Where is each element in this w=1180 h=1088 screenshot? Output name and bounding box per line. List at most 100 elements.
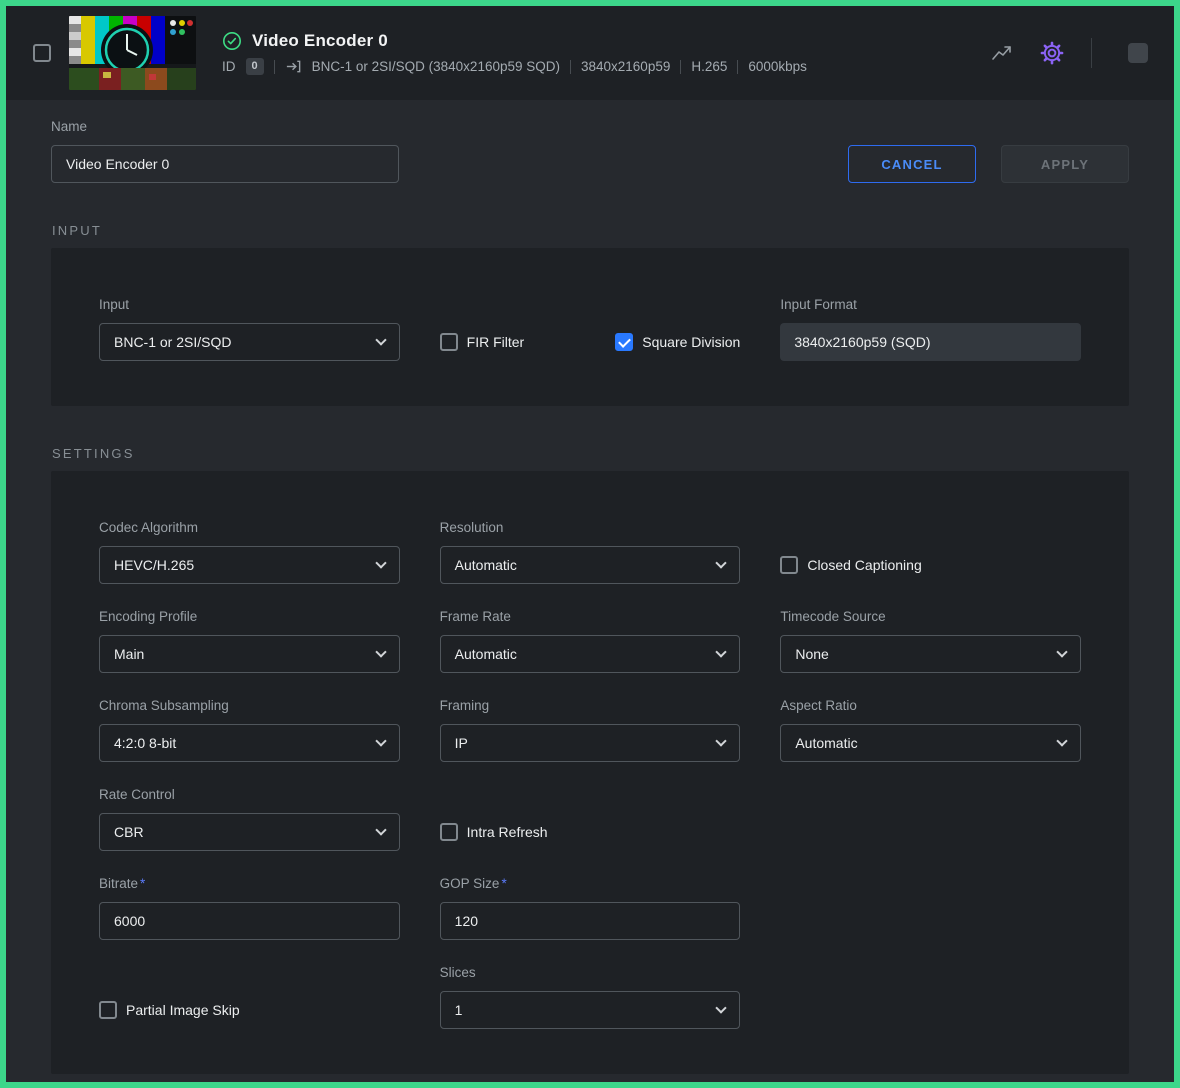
frame-rate-label: Frame Rate	[440, 606, 741, 627]
encoding-profile-value: Main	[114, 646, 144, 662]
page-title: Video Encoder 0	[252, 31, 388, 51]
closed-captioning-label: Closed Captioning	[807, 557, 921, 573]
resolution-select[interactable]: Automatic	[440, 546, 741, 584]
stats-button[interactable]	[987, 38, 1017, 68]
fir-filter-label: FIR Filter	[467, 334, 525, 350]
bitrate-text: 6000kbps	[748, 59, 807, 74]
encoder-meta-row: ID 0 BNC-1 or 2SI/SQD (3840x2160p59 SQD)…	[222, 58, 807, 75]
square-button[interactable]	[1124, 39, 1152, 67]
resolution-text: 3840x2160p59	[581, 59, 670, 74]
meta-separator	[680, 60, 681, 74]
square-division-checkbox[interactable]	[615, 333, 633, 351]
intra-refresh-label: Intra Refresh	[467, 824, 548, 840]
fir-filter-checkbox[interactable]	[440, 333, 458, 351]
framing-value: IP	[455, 735, 468, 751]
slices-select[interactable]: 1	[440, 991, 741, 1029]
name-input[interactable]	[51, 145, 399, 183]
encoder-config-page: Video Encoder 0 ID 0 BNC-1 or 2SI/SQD (3…	[0, 0, 1180, 1088]
chevron-down-icon	[375, 646, 386, 657]
aspect-ratio-label: Aspect Ratio	[780, 695, 1081, 716]
encoding-profile-select[interactable]: Main	[99, 635, 400, 673]
settings-panel: Codec Algorithm HEVC/H.265 Resolution Au…	[51, 471, 1129, 1074]
header-divider	[1091, 38, 1092, 68]
encoder-header: Video Encoder 0 ID 0 BNC-1 or 2SI/SQD (3…	[6, 6, 1174, 100]
frame-rate-select[interactable]: Automatic	[440, 635, 741, 673]
aspect-ratio-select[interactable]: Automatic	[780, 724, 1081, 762]
meta-separator	[737, 60, 738, 74]
chevron-down-icon	[716, 646, 727, 657]
rate-control-label: Rate Control	[99, 784, 400, 805]
rate-control-value: CBR	[114, 824, 144, 840]
rate-control-select[interactable]: CBR	[99, 813, 400, 851]
meta-separator	[274, 60, 275, 74]
codec-algorithm-value: HEVC/H.265	[114, 557, 194, 573]
framing-select[interactable]: IP	[440, 724, 741, 762]
square-division-label: Square Division	[642, 334, 740, 350]
timecode-source-label: Timecode Source	[780, 606, 1081, 627]
encoding-profile-label: Encoding Profile	[99, 606, 400, 627]
intra-refresh-option[interactable]: Intra Refresh	[440, 823, 548, 841]
chevron-down-icon	[1056, 735, 1067, 746]
settings-button[interactable]	[1035, 36, 1069, 70]
codec-algorithm-label: Codec Algorithm	[99, 517, 400, 538]
id-badge: 0	[246, 58, 264, 75]
chroma-subsampling-label: Chroma Subsampling	[99, 695, 400, 716]
input-summary: BNC-1 or 2SI/SQD (3840x2160p59 SQD)	[312, 59, 560, 74]
input-source-icon	[285, 58, 302, 75]
test-pattern-image	[69, 16, 196, 90]
input-format-label: Input Format	[780, 294, 1081, 315]
preview-thumbnail	[69, 16, 196, 90]
codec-algorithm-select[interactable]: HEVC/H.265	[99, 546, 400, 584]
closed-captioning-checkbox[interactable]	[780, 556, 798, 574]
input-panel: Input BNC-1 or 2SI/SQD FIR Filter Square…	[51, 248, 1129, 406]
input-format-value: 3840x2160p59 (SQD)	[794, 334, 930, 350]
input-format-field: 3840x2160p59 (SQD)	[780, 323, 1081, 361]
input-label: Input	[99, 294, 400, 315]
partial-image-skip-label: Partial Image Skip	[126, 1002, 240, 1018]
id-label: ID	[222, 59, 236, 74]
chroma-subsampling-value: 4:2:0 8-bit	[114, 735, 176, 751]
cancel-button[interactable]: CANCEL	[848, 145, 976, 183]
bitrate-label: Bitrate	[99, 876, 138, 891]
input-section-title: INPUT	[52, 223, 1129, 238]
frame-rate-value: Automatic	[455, 646, 517, 662]
gop-size-label: GOP Size	[440, 876, 500, 891]
row-select-checkbox[interactable]	[33, 44, 51, 62]
input-select[interactable]: BNC-1 or 2SI/SQD	[99, 323, 400, 361]
slices-label: Slices	[440, 962, 741, 983]
bitrate-input[interactable]	[99, 902, 400, 940]
chevron-down-icon	[375, 334, 386, 345]
timecode-source-value: None	[795, 646, 828, 662]
timecode-source-select[interactable]: None	[780, 635, 1081, 673]
chevron-down-icon	[375, 824, 386, 835]
meta-separator	[570, 60, 571, 74]
square-icon	[1128, 43, 1148, 63]
fir-filter-option[interactable]: FIR Filter	[440, 333, 525, 351]
name-label: Name	[51, 116, 399, 137]
resolution-label: Resolution	[440, 517, 741, 538]
codec-text: H.265	[691, 59, 727, 74]
partial-image-skip-checkbox[interactable]	[99, 1001, 117, 1019]
partial-image-skip-option[interactable]: Partial Image Skip	[99, 1001, 240, 1019]
chevron-down-icon	[716, 735, 727, 746]
closed-captioning-option[interactable]: Closed Captioning	[780, 556, 921, 574]
resolution-value: Automatic	[455, 557, 517, 573]
settings-section-title: SETTINGS	[52, 446, 1129, 461]
required-mark: *	[501, 876, 506, 891]
aspect-ratio-value: Automatic	[795, 735, 857, 751]
chroma-subsampling-select[interactable]: 4:2:0 8-bit	[99, 724, 400, 762]
encoder-form: Name CANCEL APPLY INPUT Input BNC-1 or 2…	[6, 100, 1174, 1082]
chevron-down-icon	[716, 1002, 727, 1013]
input-select-value: BNC-1 or 2SI/SQD	[114, 334, 231, 350]
square-division-option[interactable]: Square Division	[615, 333, 740, 351]
status-ok-icon	[222, 31, 242, 51]
required-mark: *	[140, 876, 145, 891]
chevron-down-icon	[716, 557, 727, 568]
slices-value: 1	[455, 1002, 463, 1018]
chevron-down-icon	[375, 557, 386, 568]
chevron-down-icon	[1056, 646, 1067, 657]
apply-button[interactable]: APPLY	[1001, 145, 1129, 183]
intra-refresh-checkbox[interactable]	[440, 823, 458, 841]
gop-size-input[interactable]	[440, 902, 741, 940]
framing-label: Framing	[440, 695, 741, 716]
